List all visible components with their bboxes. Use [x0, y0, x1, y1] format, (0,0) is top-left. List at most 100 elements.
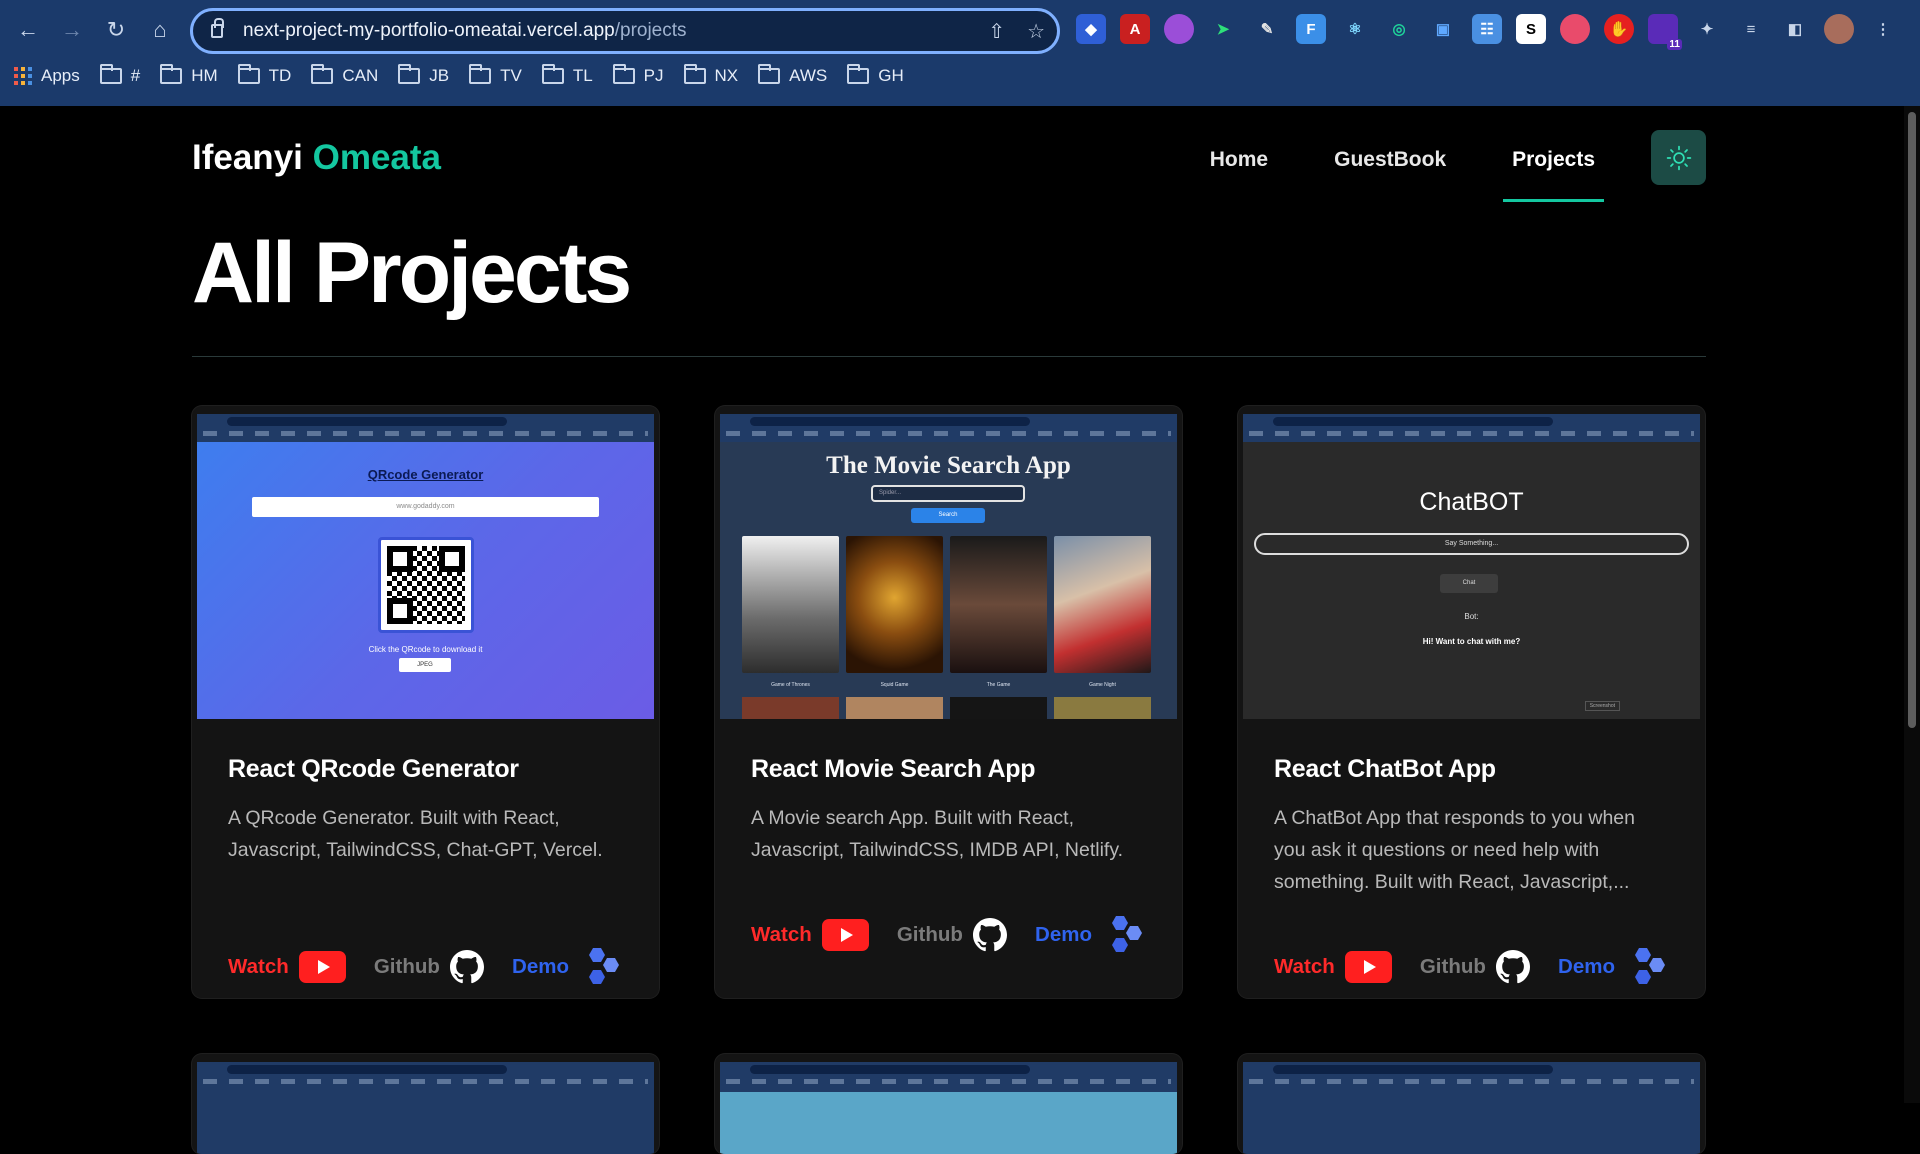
reading-list-icon[interactable]: ≡: [1736, 14, 1766, 44]
bookmark-folder[interactable]: JB: [398, 64, 450, 86]
nav-projects[interactable]: Projects: [1503, 120, 1604, 202]
bookmark-folder[interactable]: TD: [237, 64, 292, 86]
bookmark-label: HM: [191, 66, 218, 85]
project-screenshot[interactable]: [720, 1062, 1177, 1154]
sun-icon: [1666, 145, 1691, 170]
github-icon: [449, 950, 484, 984]
translate-extension-icon[interactable]: ☷: [1472, 14, 1502, 44]
react-devtools-icon[interactable]: ⚛: [1340, 14, 1370, 44]
share-icon[interactable]: ⇧: [988, 19, 1005, 44]
demo-link[interactable]: Demo: [512, 946, 623, 988]
project-screenshot[interactable]: ChatBOT Say Something... Chat Bot: Hi! W…: [1243, 414, 1700, 719]
back-icon[interactable]: ←: [12, 14, 44, 46]
watch-link[interactable]: Watch: [1274, 951, 1392, 983]
target-extension-icon[interactable]: ◎: [1384, 14, 1414, 44]
project-card: [1238, 1054, 1705, 1154]
colorpicker-extension-icon[interactable]: [1560, 14, 1590, 44]
project-screenshot[interactable]: QRcode Generator www.godaddy.com Click t…: [197, 414, 654, 719]
puzzle-extensions-icon[interactable]: ✦: [1692, 14, 1722, 44]
movie-poster: The Game: [950, 536, 1047, 688]
folder-icon: [99, 64, 122, 84]
bird-extension-icon[interactable]: ➤: [1208, 14, 1238, 44]
mini-browser-bar: [197, 414, 654, 442]
bookmark-folder[interactable]: TL: [541, 64, 593, 86]
movie-poster: [846, 697, 943, 719]
hexagons-icon: [588, 948, 619, 984]
adblock-extension-icon[interactable]: ✋: [1604, 14, 1634, 44]
poster-label: Game Night: [1089, 682, 1116, 688]
bookmark-folder[interactable]: CAN: [311, 64, 378, 86]
bookmark-folder[interactable]: PJ: [612, 64, 664, 86]
thumb-button: Search: [911, 508, 985, 523]
theme-toggle-button[interactable]: [1651, 130, 1706, 185]
thumb-input: Spider...: [871, 485, 1025, 502]
bookmark-folder[interactable]: TV: [469, 64, 522, 86]
github-link[interactable]: Github: [1420, 950, 1530, 984]
side-panel-icon[interactable]: ◧: [1780, 14, 1810, 44]
folder-icon: [160, 64, 183, 84]
card-body: React Movie Search App A Movie search Ap…: [715, 719, 1182, 866]
mini-browser-bar: [720, 414, 1177, 442]
scrollbar-thumb[interactable]: [1908, 112, 1916, 728]
movie-poster: Squid Game: [846, 536, 943, 688]
demo-link[interactable]: Demo: [1035, 914, 1146, 956]
thumb-input: www.godaddy.com: [252, 497, 599, 517]
mini-browser-bar: [1243, 1062, 1700, 1090]
color-extension-icon[interactable]: [1164, 14, 1194, 44]
poster-row-partial: [742, 697, 1151, 719]
project-card: [192, 1054, 659, 1154]
screenshot-extension-icon[interactable]: ▣: [1428, 14, 1458, 44]
bookmark-star-icon[interactable]: ☆: [1027, 19, 1045, 44]
bookmark-folder[interactable]: AWS: [758, 64, 827, 86]
home-icon[interactable]: ⌂: [144, 14, 176, 46]
project-links: Watch Github Demo: [751, 914, 1146, 956]
folder-icon: [612, 64, 635, 84]
thumb-button: Chat: [1440, 574, 1498, 593]
poster-label: The Game: [986, 682, 1011, 688]
watch-link[interactable]: Watch: [751, 919, 869, 951]
bookmark-apps[interactable]: Apps: [14, 66, 80, 86]
bookmark-label: NX: [714, 66, 739, 85]
bookmark-folder[interactable]: GH: [847, 64, 904, 86]
qr-code-image: [378, 537, 474, 633]
reload-icon[interactable]: ↻: [100, 14, 132, 46]
folder-icon: [398, 64, 421, 84]
nav-guestbook[interactable]: GuestBook: [1329, 120, 1451, 200]
demo-link[interactable]: Demo: [1558, 946, 1669, 988]
project-screenshot[interactable]: [197, 1062, 654, 1154]
badge-extension-icon[interactable]: 11: [1648, 14, 1682, 50]
forward-icon[interactable]: →: [56, 14, 88, 46]
watch-label: Watch: [1274, 955, 1335, 978]
shield-extension-icon[interactable]: ◆: [1076, 14, 1106, 44]
brand-logo[interactable]: Ifeanyi Omeata: [192, 138, 441, 178]
bookmarks-bar: Apps # HM TD CAN JB TV TL PJ NX AWS GH: [14, 64, 904, 86]
fonts-extension-icon[interactable]: F: [1296, 14, 1326, 44]
movie-poster: Game of Thrones: [742, 536, 839, 688]
pdf-extension-icon[interactable]: A: [1120, 14, 1150, 44]
github-link[interactable]: Github: [374, 950, 484, 984]
menu-kebab-icon[interactable]: ⋮: [1868, 14, 1898, 44]
eyedropper-extension-icon[interactable]: ✎: [1252, 14, 1282, 44]
watch-link[interactable]: Watch: [228, 951, 346, 983]
project-screenshot[interactable]: The Movie Search App Spider... Search Ga…: [720, 414, 1177, 719]
hexagons-icon: [1634, 948, 1665, 984]
bookmark-folder[interactable]: NX: [683, 64, 739, 86]
avatar[interactable]: [1824, 14, 1854, 44]
folder-icon: [469, 64, 492, 84]
s-extension-icon[interactable]: S: [1516, 14, 1546, 44]
project-screenshot[interactable]: [1243, 1062, 1700, 1154]
qr-code-pattern: [387, 546, 465, 624]
address-bar[interactable]: next-project-my-portfolio-omeatai.vercel…: [190, 8, 1060, 54]
bookmark-folder[interactable]: HM: [160, 64, 218, 86]
project-title: React Movie Search App: [751, 755, 1036, 783]
site-header: Ifeanyi Omeata Home GuestBook Projects: [192, 120, 1706, 202]
movie-poster: [742, 697, 839, 719]
bookmark-label: TD: [268, 66, 292, 85]
github-link[interactable]: Github: [897, 918, 1007, 952]
url-path: /projects: [614, 20, 687, 41]
address-bar-actions: ⇧ ☆: [988, 19, 1045, 44]
bookmark-folder[interactable]: #: [99, 64, 140, 86]
bookmark-label: JB: [429, 66, 450, 85]
page-scrollbar[interactable]: [1904, 106, 1920, 1103]
nav-home[interactable]: Home: [1205, 120, 1273, 200]
